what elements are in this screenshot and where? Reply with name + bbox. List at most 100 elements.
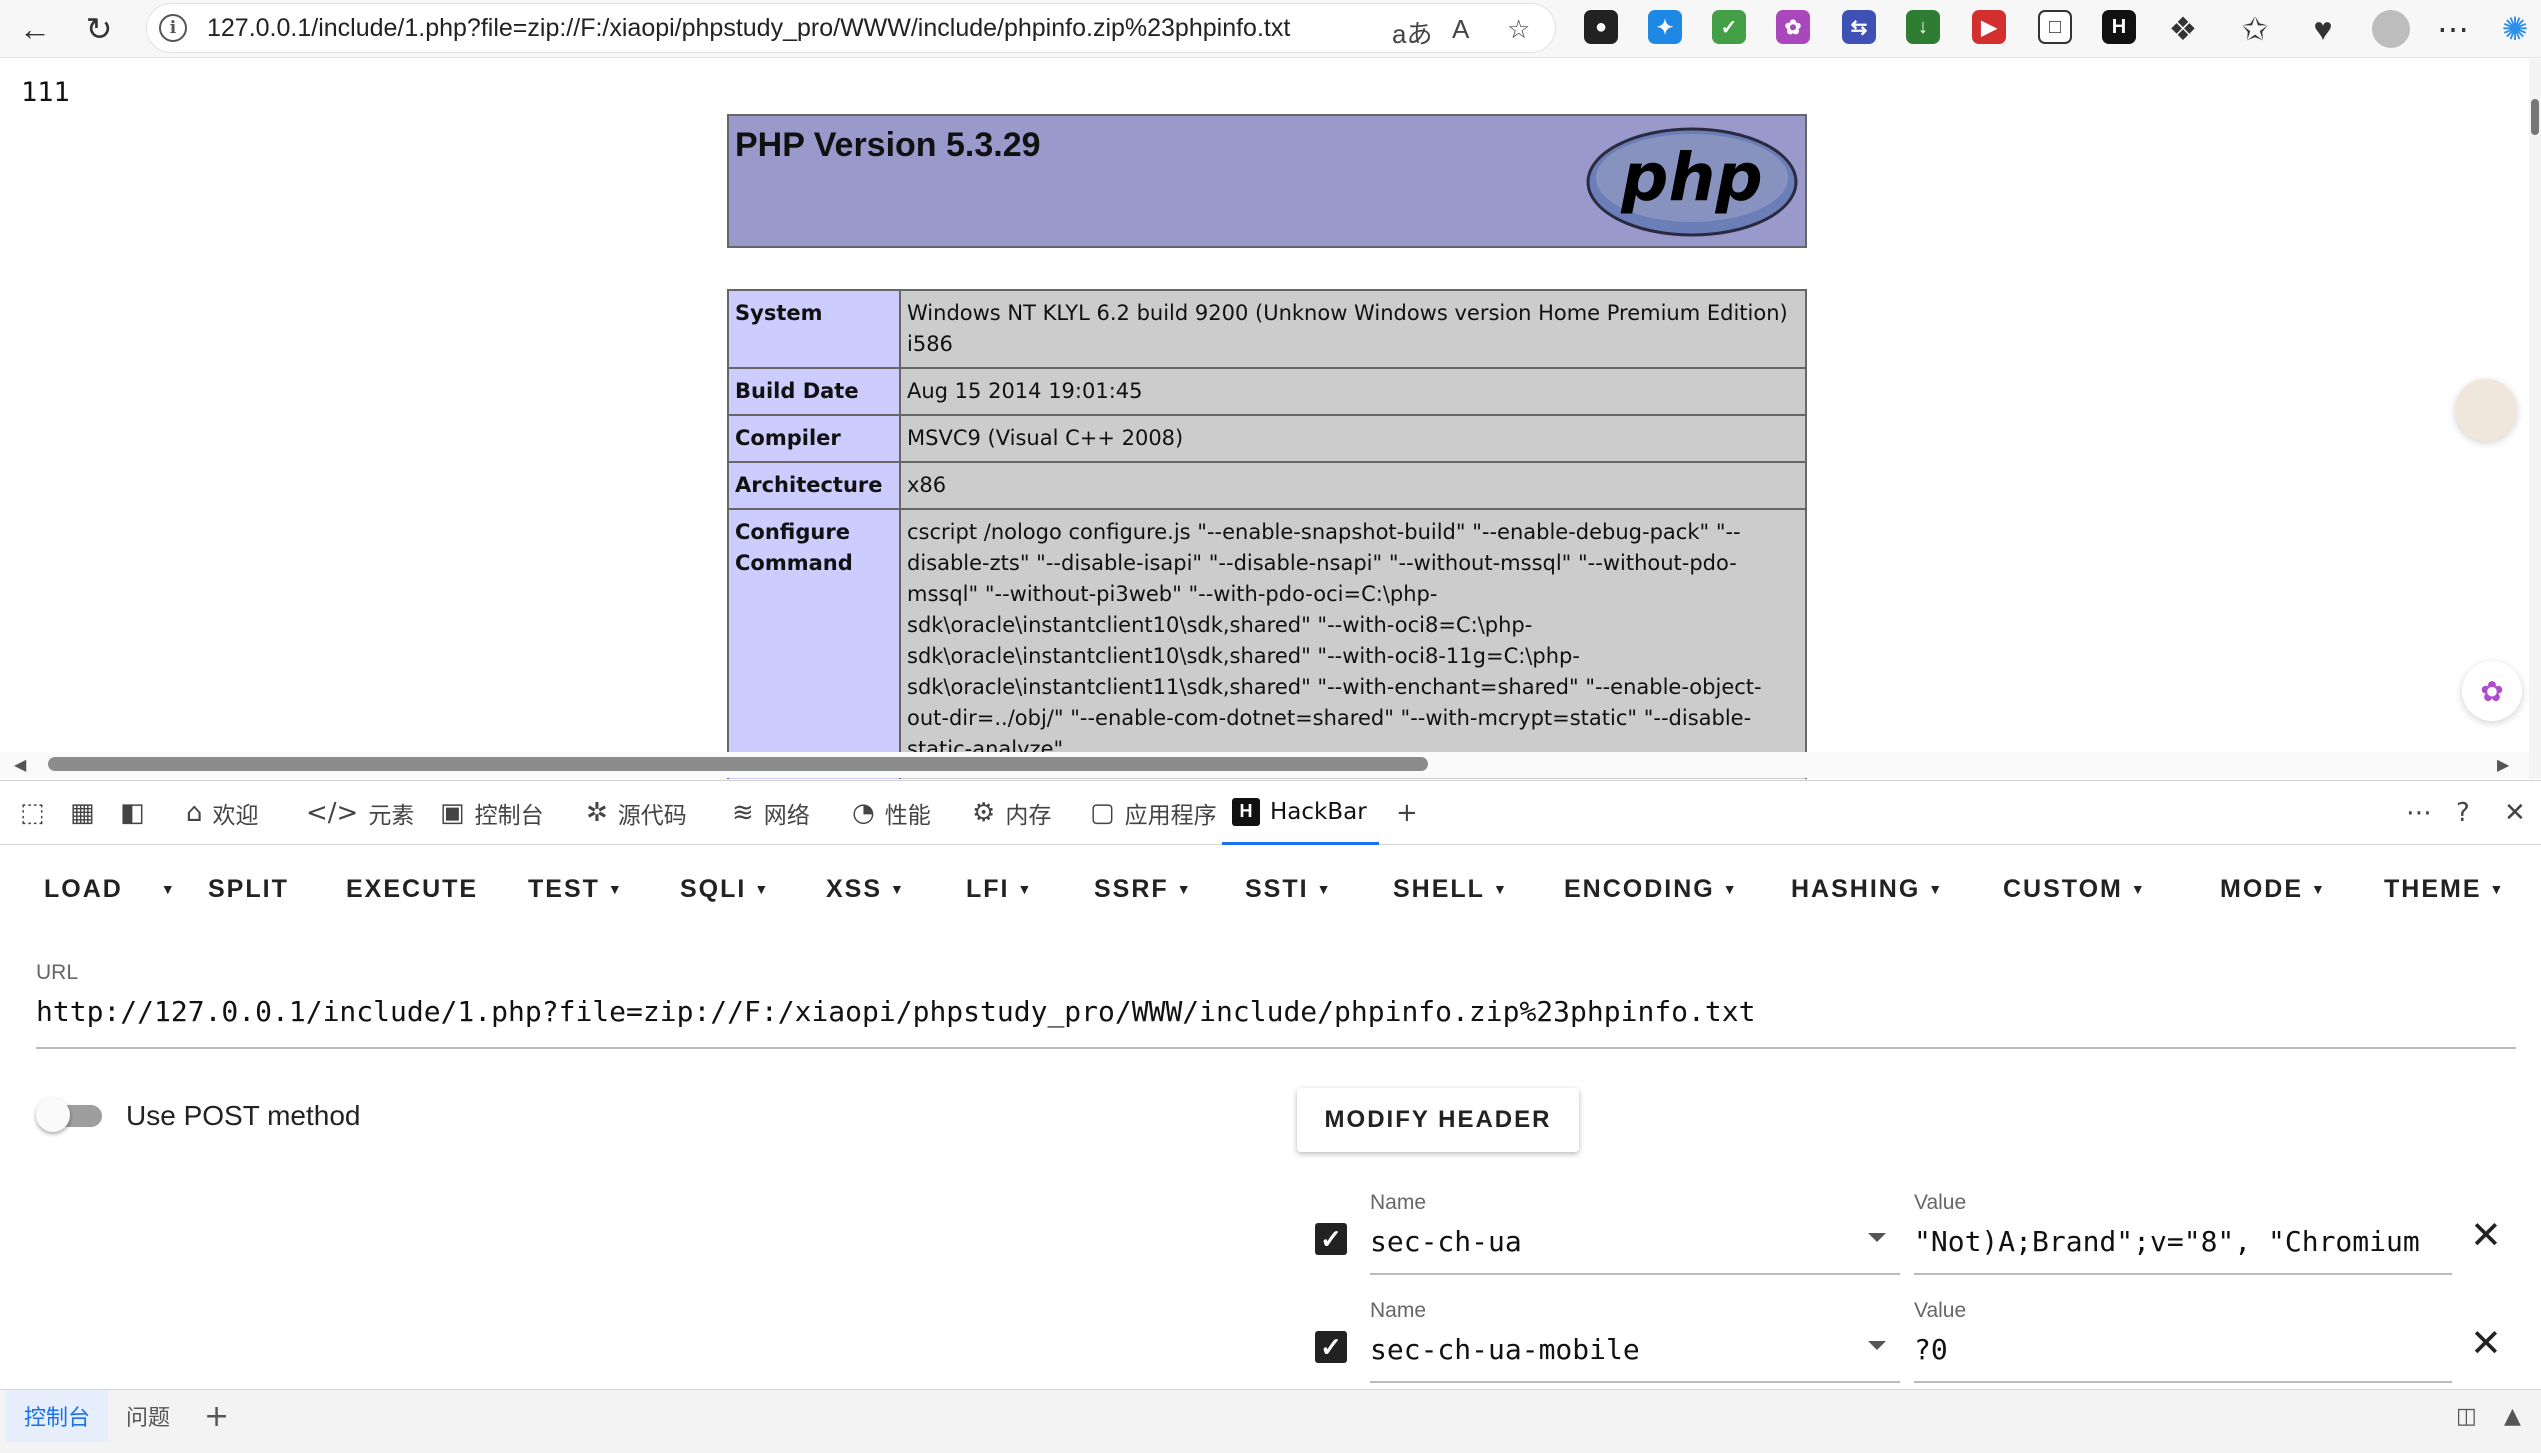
reload-icon[interactable]: ↻ — [76, 6, 122, 52]
extension-hackbar-icon[interactable]: H — [2102, 10, 2136, 44]
device-toggle-icon[interactable]: ▦ — [70, 781, 95, 845]
hackbar-menu-execute[interactable]: EXECUTE — [346, 875, 478, 904]
scrollbar-thumb[interactable] — [48, 757, 1428, 771]
hackbar-menu-mode[interactable]: MODE ▼ — [2220, 875, 2327, 904]
extension-monitor-icon[interactable]: □ — [2038, 10, 2072, 44]
hackbar-menu-ssrf[interactable]: SSRF ▼ — [1094, 875, 1193, 904]
hackbar-menu-test[interactable]: TEST ▼ — [528, 875, 624, 904]
svg-text:php: php — [1620, 139, 1762, 216]
modify-header-button[interactable]: MODIFY HEADER — [1297, 1088, 1579, 1152]
page-output-text: 111 — [21, 77, 70, 108]
devtools-tab-bar: ⬚ ▦ ◧ ⌂ 欢迎 </> 元素 ▣ 控制台 ✲ 源代码 ≋ 网络 ◔ 性能 ⚙ 内存 ▢ 应用程序 H Hac… — [0, 781, 2541, 845]
url-field-label: URL — [36, 961, 79, 984]
hackbar-menu-label: EXECUTE — [346, 875, 479, 903]
url-input[interactable]: http://127.0.0.1/include/1.php?file=zip:… — [36, 995, 1755, 1028]
phpinfo-value: MSVC9 (Visual C++ 2008) — [899, 414, 1807, 463]
health-icon[interactable]: ♥ — [2300, 6, 2346, 52]
drawer-tab-issues[interactable]: 问题 — [126, 1390, 170, 1442]
devtools-tab-label: HackBar — [1270, 798, 1367, 825]
load-dropdown-caret-icon[interactable]: ▼ — [161, 881, 177, 897]
chevron-down-icon: ▼ — [2489, 881, 2506, 897]
php-version-title: PHP Version 5.3.29 — [735, 126, 1041, 164]
drawer-dock-icon[interactable]: ◫ — [2456, 1390, 2477, 1442]
horizontal-scrollbar[interactable]: ◀ ▶ — [0, 752, 2541, 778]
devtools-tab-window[interactable]: ▢ 应用程序 — [1090, 781, 1217, 845]
favorites-icon[interactable]: ✩ — [2232, 6, 2278, 52]
post-method-toggle[interactable] — [36, 1098, 104, 1132]
profile-avatar-icon[interactable] — [2368, 6, 2414, 52]
extension-translate-icon[interactable]: ⇆ — [1842, 10, 1876, 44]
hackbar-menu-lfi[interactable]: LFI ▼ — [966, 875, 1033, 904]
favorite-star-icon[interactable]: ☆ — [1507, 14, 1530, 45]
header-name-underline — [1370, 1381, 1900, 1383]
header-value-input[interactable]: "Not)A;Brand";v="8", "Chromium — [1914, 1225, 2452, 1258]
hackbar-menu-load[interactable]: LOAD ▼ — [44, 875, 177, 904]
extension-bird-icon[interactable]: ✦ — [1648, 10, 1682, 44]
header-enabled-checkbox[interactable]: ✓ — [1315, 1331, 1347, 1363]
site-info-icon[interactable]: i — [159, 14, 187, 42]
extension-download-icon[interactable]: ↓ — [1906, 10, 1940, 44]
extensions-puzzle-icon[interactable]: ❖ — [2160, 6, 2206, 52]
header-name-dropdown-icon[interactable] — [1868, 1341, 1886, 1350]
hackbar-menu-sqli[interactable]: SQLI ▼ — [680, 875, 770, 904]
extension-brain-icon[interactable]: ✿ — [1776, 10, 1810, 44]
drawer-tab-console[interactable]: 控制台 — [6, 1390, 109, 1442]
read-aloud-icon[interactable]: A — [1452, 14, 1469, 45]
devtools-tab-hackbar[interactable]: H HackBar — [1222, 781, 1379, 845]
drawer-add-icon[interactable]: + — [204, 1390, 229, 1442]
header-value-input[interactable]: ?0 — [1914, 1333, 2452, 1366]
devtools-tab-code[interactable]: </> 元素 — [306, 781, 414, 845]
devtools-tab-chip[interactable]: ⚙ 内存 — [972, 781, 1051, 845]
extension-glasses-icon[interactable]: ● — [1584, 10, 1618, 44]
assistant-avatar[interactable] — [2455, 379, 2517, 441]
vertical-scrollbar[interactable] — [2529, 59, 2541, 779]
devtools-tab-wifi[interactable]: ≋ 网络 — [732, 781, 810, 845]
hackbar-menu-xss[interactable]: XSS ▼ — [826, 875, 906, 904]
hackbar-menu-custom[interactable]: CUSTOM ▼ — [2003, 875, 2147, 904]
devtools-tab-bug[interactable]: ✲ 源代码 — [586, 781, 687, 845]
header-name-input[interactable]: sec-ch-ua-mobile — [1370, 1333, 1640, 1366]
address-url[interactable]: 127.0.0.1/include/1.php?file=zip://F:/xi… — [207, 14, 1290, 43]
drawer-expand-icon[interactable]: ▲ — [2504, 1390, 2521, 1442]
delete-header-icon[interactable]: ✕ — [2470, 1321, 2502, 1366]
header-name-label: Name — [1370, 1299, 1427, 1322]
header-enabled-checkbox[interactable]: ✓ — [1315, 1223, 1347, 1255]
devtools-tab-label: 源代码 — [617, 803, 687, 829]
chevron-down-icon: ▼ — [754, 881, 771, 897]
hackbar-menu-hashing[interactable]: HASHING ▼ — [1791, 875, 1944, 904]
help-icon[interactable]: ? — [2456, 781, 2470, 845]
hackbar-menu-ssti[interactable]: SSTI ▼ — [1245, 875, 1332, 904]
chevron-down-icon: ▼ — [1928, 881, 1945, 897]
close-devtools-icon[interactable]: ✕ — [2504, 781, 2526, 845]
extension-shield-icon[interactable]: ✓ — [1712, 10, 1746, 44]
hackbar-menu-split[interactable]: SPLIT — [208, 875, 289, 904]
phpinfo-key: Compiler — [727, 414, 901, 463]
brain-assistant-icon[interactable]: ✿ — [2462, 661, 2522, 721]
scroll-left-icon[interactable]: ◀ — [14, 755, 26, 775]
hackbar-menu-theme[interactable]: THEME ▼ — [2384, 875, 2505, 904]
hackbar-menu-label: SSTI — [1245, 875, 1309, 903]
extension-video-icon[interactable]: ▶ — [1972, 10, 2006, 44]
hackbar-menu-encoding[interactable]: ENCODING ▼ — [1564, 875, 1739, 904]
devtools-tab-gauge[interactable]: ◔ 性能 — [852, 781, 931, 845]
more-menu-icon[interactable]: ⋯ — [2430, 6, 2476, 52]
scroll-right-icon[interactable]: ▶ — [2497, 755, 2509, 775]
header-name-input[interactable]: sec-ch-ua — [1370, 1225, 1522, 1258]
header-name-dropdown-icon[interactable] — [1868, 1233, 1886, 1242]
address-bar[interactable]: i 127.0.0.1/include/1.php?file=zip://F:/… — [146, 3, 1556, 53]
copilot-icon[interactable]: ✺ — [2492, 6, 2538, 52]
inspect-icon[interactable]: ⬚ — [20, 781, 45, 845]
devtools-more-icon[interactable]: ⋯ — [2406, 781, 2432, 845]
header-row: ✓ Name sec-ch-ua Value "Not)A;Brand";v="8", … — [1310, 1191, 2540, 1291]
translate-icon[interactable]: aあ — [1392, 14, 1432, 51]
sidebar-toggle-icon[interactable]: ◧ — [120, 781, 145, 845]
devtools-tab-console[interactable]: ▣ 控制台 — [440, 781, 544, 845]
devtools-tab-home[interactable]: ⌂ 欢迎 — [186, 781, 259, 845]
delete-header-icon[interactable]: ✕ — [2470, 1213, 2502, 1258]
vertical-scrollbar-thumb[interactable] — [2531, 99, 2539, 135]
back-arrow-icon[interactable]: ← — [12, 6, 58, 52]
bug-icon: ✲ — [586, 798, 608, 828]
add-tab-icon[interactable]: + — [1396, 781, 1418, 845]
header-value-label: Value — [1914, 1299, 1967, 1322]
hackbar-menu-shell[interactable]: SHELL ▼ — [1393, 875, 1509, 904]
